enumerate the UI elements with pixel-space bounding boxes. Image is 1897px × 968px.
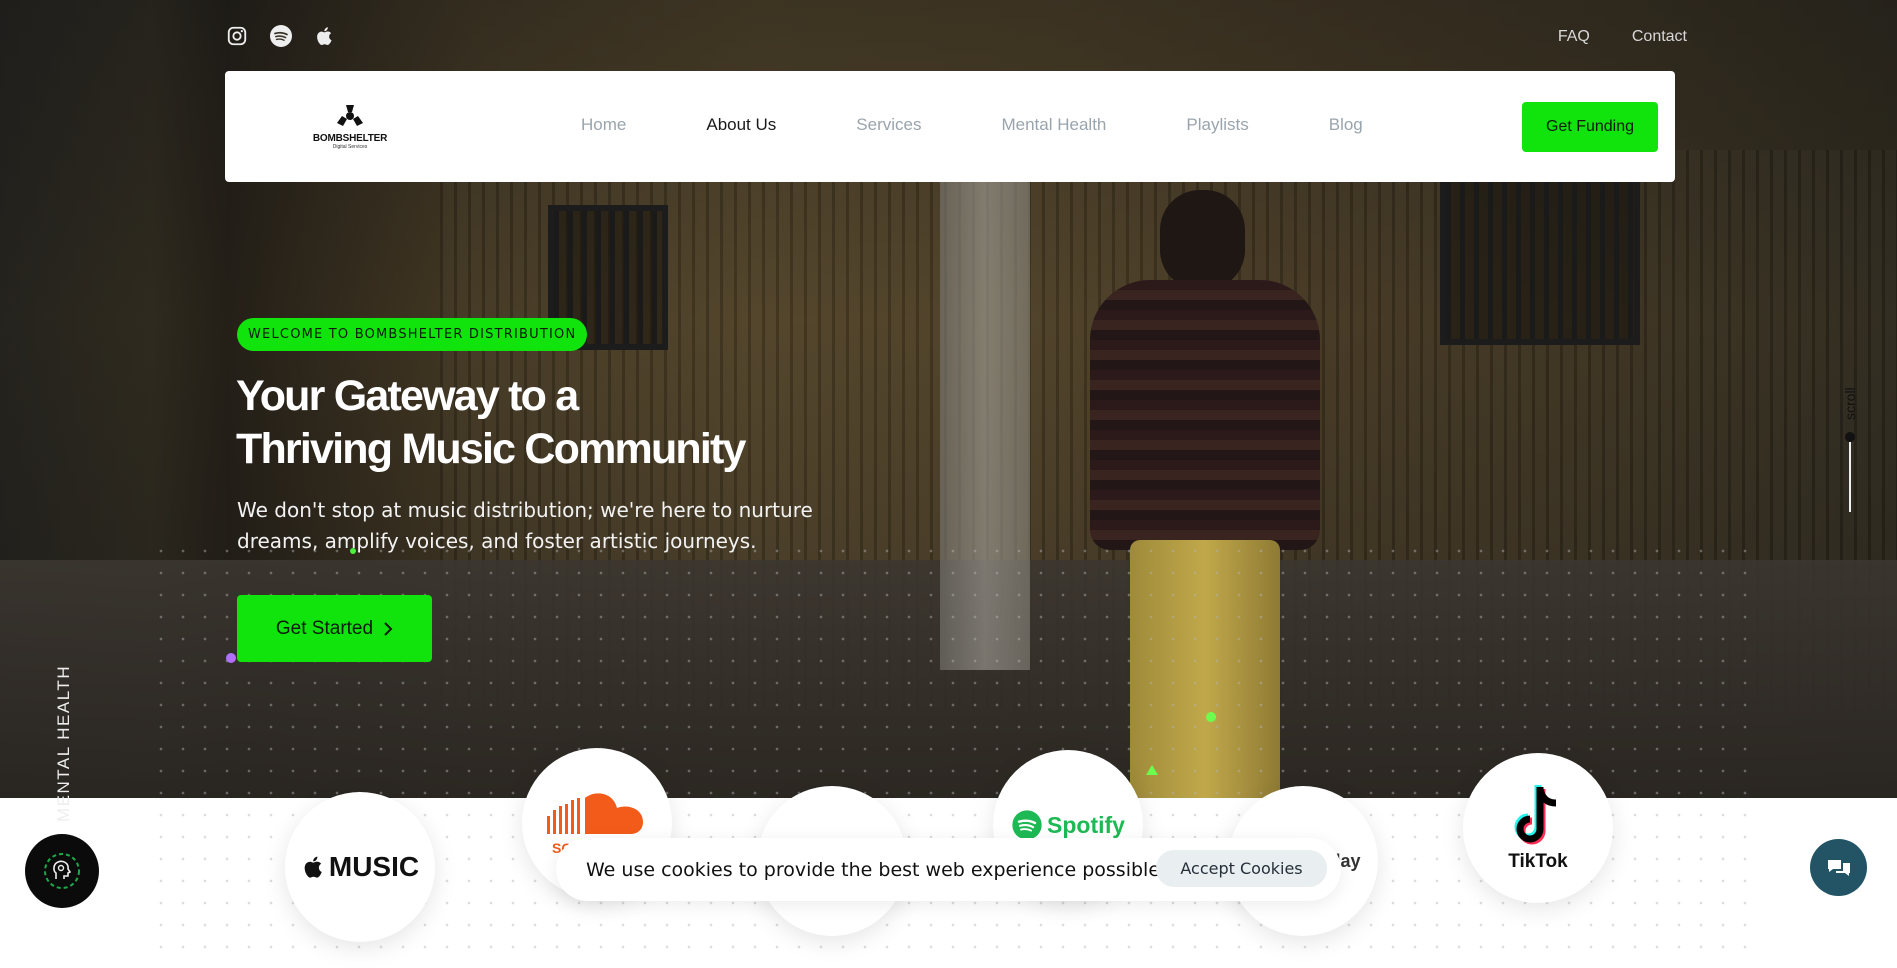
instagram-icon[interactable] [225,24,249,48]
accept-cookies-button[interactable]: Accept Cookies [1156,850,1327,887]
top-links: FAQ Contact [1558,28,1687,46]
chat-icon [1827,859,1850,876]
spotify-logo-icon [1012,810,1042,840]
spotify-icon[interactable] [269,24,293,48]
apple-icon [304,856,322,878]
mental-health-side-label[interactable]: MENTAL HEALTH [54,665,74,822]
nav-services[interactable]: Services [856,115,921,135]
cookie-banner: We use cookies to provide the best web e… [556,838,1341,901]
logo-subtitle: Digital Services [332,144,368,150]
chevron-right-icon [384,621,393,636]
get-funding-button[interactable]: Get Funding [1522,102,1658,152]
get-started-button[interactable]: Get Started [237,595,432,662]
soundcloud-icon [547,793,643,834]
decor-dot-green-small [350,548,356,554]
mental-health-button[interactable] [25,834,99,908]
scroll-label: scroll [1842,387,1858,420]
nav-blog[interactable]: Blog [1329,115,1363,135]
apple-icon[interactable] [313,24,337,48]
decor-dot-purple [226,653,236,663]
tiktok-text: TikTok [1508,851,1568,872]
chat-button[interactable] [1810,839,1867,896]
nav-links: Home About Us Services Mental Health Pla… [581,115,1443,135]
welcome-badge: WELCOME TO BOMBSHELTER DISTRIBUTION [237,318,588,351]
site-logo[interactable]: BOMBSHELTER Digital Services [309,101,391,150]
decor-triangle [1146,765,1158,775]
scroll-indicator[interactable]: scroll [1840,380,1860,515]
get-started-label: Get Started [275,617,374,639]
radiation-logo-icon [337,105,363,126]
nav-mental-health[interactable]: Mental Health [1001,115,1106,135]
nav-home[interactable]: Home [581,115,626,135]
logo-name: BOMBSHELTER [312,133,388,144]
spotify-text: Spotify [1047,811,1125,838]
decor-dot-green [1206,712,1216,722]
headline-line-1: Your Gateway to a [236,372,579,420]
nav-playlists[interactable]: Playlists [1186,115,1248,135]
cookie-message: We use cookies to provide the best web e… [586,858,1167,881]
tiktok-icon [1514,785,1557,845]
apple-music-badge: MUSIC [285,792,435,942]
hero-headline: Your Gateway to a Thriving Music Communi… [236,370,836,476]
nav-about-us[interactable]: About Us [706,115,776,135]
apple-music-text: MUSIC [328,851,420,882]
social-links [225,24,337,48]
contact-link[interactable]: Contact [1632,28,1687,46]
hero-subtext: We don't stop at music distribution; we'… [237,498,813,553]
main-navbar: BOMBSHELTER Digital Services Home About … [225,71,1675,182]
headline-line-2: Thriving Music Community [236,425,746,473]
tiktok-badge: TikTok [1463,753,1613,903]
mental-health-icon [44,853,80,889]
faq-link[interactable]: FAQ [1558,28,1590,46]
